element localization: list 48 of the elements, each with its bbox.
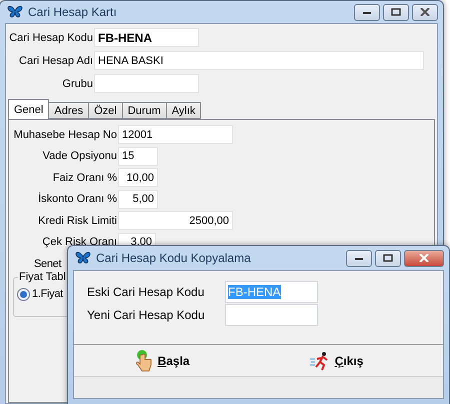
maximize-button[interactable]: [375, 250, 401, 266]
field-label: Cari Hesap Kodu: [8, 32, 94, 44]
text-field[interactable]: 5,00: [118, 190, 158, 209]
tab[interactable]: Durum: [122, 102, 167, 119]
group-title: Fiyat Tabl: [18, 270, 67, 282]
field-label: Yeni Cari Hesap Kodu: [87, 308, 206, 322]
field-label: Vade Opsiyonu: [42, 150, 118, 162]
close-button[interactable]: [404, 250, 444, 266]
close-icon: [420, 8, 430, 16]
minimize-icon: [362, 9, 372, 15]
exit-button[interactable]: Çıkış: [308, 350, 364, 370]
butterfly-icon: [75, 251, 91, 265]
text-field[interactable]: 2500,00: [118, 211, 233, 230]
maximize-icon: [391, 8, 401, 16]
maximize-icon: [383, 254, 393, 262]
text-field[interactable]: 15: [118, 146, 158, 166]
window-title: Cari Hesap Kartı: [28, 5, 117, 19]
close-icon: [419, 254, 429, 262]
text-field[interactable]: 12001: [118, 125, 233, 144]
field-label: İskonto Oranı %: [37, 193, 118, 206]
field-label: Senet: [34, 258, 62, 270]
text-field[interactable]: 10,00: [118, 168, 158, 188]
start-button[interactable]: Başla: [134, 348, 190, 372]
close-button[interactable]: [412, 4, 438, 20]
radio-label: 1.Fiyat: [32, 288, 63, 300]
field-label: Muhasebe Hesap No: [12, 128, 118, 141]
field-label: Kredi Risk Limiti: [37, 214, 118, 227]
field-label: Cari Hesap Adı: [18, 54, 94, 66]
tab[interactable]: Genel: [8, 99, 50, 119]
text-field[interactable]: [94, 74, 199, 93]
text-field[interactable]: [225, 304, 318, 326]
field-label: Grubu: [61, 78, 94, 90]
radio-button[interactable]: [17, 288, 30, 300]
tab[interactable]: Aylık: [166, 102, 202, 119]
maximize-button[interactable]: [383, 4, 409, 20]
pointing-hand-icon: [134, 348, 154, 372]
minimize-button[interactable]: [346, 250, 372, 266]
tab[interactable]: Özel: [88, 102, 123, 119]
text-field[interactable]: FB-HENA: [94, 28, 199, 47]
text-field[interactable]: HENA BASKI: [94, 51, 424, 70]
tab[interactable]: Adres: [48, 102, 90, 119]
butterfly-icon: [7, 5, 23, 19]
field-label: Eski Cari Hesap Kodu: [87, 284, 206, 298]
minimize-button[interactable]: [354, 4, 380, 20]
dialog-title: Cari Hesap Kodu Kopyalama: [96, 251, 251, 265]
minimize-icon: [354, 255, 364, 261]
field-label: Faiz Oranı %: [52, 172, 118, 184]
field-label: Çek Risk Oranı: [41, 236, 118, 248]
